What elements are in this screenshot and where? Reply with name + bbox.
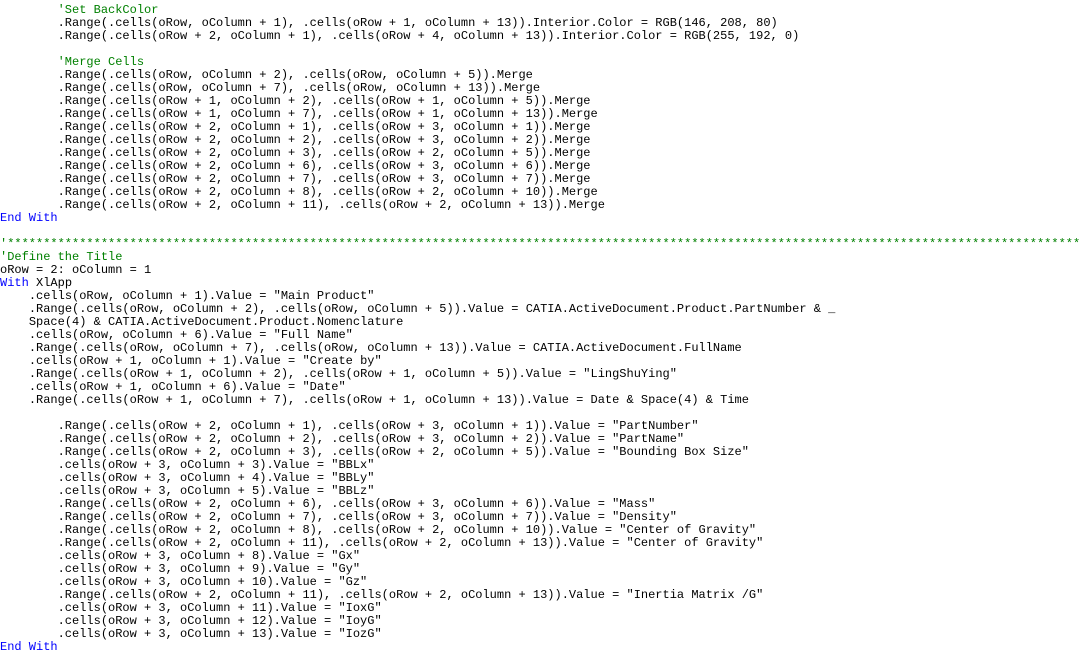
code-line: .cells(oRow + 3, oColumn + 9).Value = "G…	[0, 562, 360, 576]
code-line: 'Set BackColor	[0, 3, 158, 17]
code-line: .Range(.cells(oRow + 2, oColumn + 1), .c…	[0, 120, 591, 134]
code-line: .Range(.cells(oRow + 2, oColumn + 3), .c…	[0, 445, 749, 459]
code-line: .Range(.cells(oRow + 2, oColumn + 8), .c…	[0, 185, 598, 199]
code-line: .Range(.cells(oRow + 2, oColumn + 6), .c…	[0, 159, 591, 173]
code-line: .Range(.cells(oRow + 2, oColumn + 11), .…	[0, 536, 763, 550]
code-line: .Range(.cells(oRow, oColumn + 7), .cells…	[0, 341, 742, 355]
code-line: .cells(oRow + 3, oColumn + 4).Value = "B…	[0, 471, 374, 485]
code-keyword: End With	[0, 640, 58, 654]
code-line: .Range(.cells(oRow + 2, oColumn + 2), .c…	[0, 432, 684, 446]
code-line: End With	[0, 211, 58, 225]
code-line: .Range(.cells(oRow + 2, oColumn + 2), .c…	[0, 133, 591, 147]
code-comment: '***************************************…	[0, 237, 1080, 251]
code-line: '***************************************…	[0, 237, 1080, 251]
code-line: .cells(oRow + 1, oColumn + 1).Value = "C…	[0, 354, 382, 368]
code-line: .cells(oRow + 3, oColumn + 5).Value = "B…	[0, 484, 374, 498]
code-line: .Range(.cells(oRow, oColumn + 2), .cells…	[0, 68, 533, 82]
code-line: End With	[0, 640, 58, 654]
code-line: .Range(.cells(oRow + 2, oColumn + 7), .c…	[0, 510, 677, 524]
code-line: .Range(.cells(oRow + 2, oColumn + 3), .c…	[0, 146, 591, 160]
code-line: .Range(.cells(oRow + 2, oColumn + 1), .c…	[0, 419, 699, 433]
code-line: Space(4) & CATIA.ActiveDocument.Product.…	[0, 315, 403, 329]
code-line: oRow = 2: oColumn = 1	[0, 263, 151, 277]
code-line: .cells(oRow + 3, oColumn + 11).Value = "…	[0, 601, 382, 615]
vba-code-block: 'Set BackColor .Range(.cells(oRow, oColu…	[0, 0, 1080, 654]
code-line: .cells(oRow, oColumn + 6).Value = "Full …	[0, 328, 353, 342]
code-line: .cells(oRow + 3, oColumn + 10).Value = "…	[0, 575, 367, 589]
code-line: .Range(.cells(oRow, oColumn + 2), .cells…	[0, 302, 835, 316]
code-comment: 'Define the Title	[0, 250, 122, 264]
code-comment: 'Set BackColor	[58, 3, 159, 17]
code-line: 'Merge Cells	[0, 55, 144, 69]
code-line: .Range(.cells(oRow, oColumn + 1), .cells…	[0, 16, 778, 30]
code-line: .Range(.cells(oRow + 2, oColumn + 1), .c…	[0, 29, 799, 43]
code-line: 'Define the Title	[0, 250, 122, 264]
code-line: .Range(.cells(oRow, oColumn + 7), .cells…	[0, 81, 540, 95]
code-line: .Range(.cells(oRow + 1, oColumn + 7), .c…	[0, 393, 749, 407]
code-line: .cells(oRow + 1, oColumn + 6).Value = "D…	[0, 380, 346, 394]
code-line: .Range(.cells(oRow + 2, oColumn + 8), .c…	[0, 523, 756, 537]
code-line: .cells(oRow, oColumn + 1).Value = "Main …	[0, 289, 374, 303]
code-line: .cells(oRow + 3, oColumn + 3).Value = "B…	[0, 458, 374, 472]
code-line: .Range(.cells(oRow + 2, oColumn + 7), .c…	[0, 172, 591, 186]
code-line: .cells(oRow + 3, oColumn + 8).Value = "G…	[0, 549, 360, 563]
code-line: .Range(.cells(oRow + 1, oColumn + 2), .c…	[0, 367, 677, 381]
code-keyword: With	[0, 276, 29, 290]
code-line: .Range(.cells(oRow + 2, oColumn + 11), .…	[0, 588, 763, 602]
code-comment: 'Merge Cells	[58, 55, 144, 69]
code-keyword: End With	[0, 211, 58, 225]
code-line: .Range(.cells(oRow + 2, oColumn + 6), .c…	[0, 497, 655, 511]
code-line: .Range(.cells(oRow + 1, oColumn + 2), .c…	[0, 94, 591, 108]
code-line: .Range(.cells(oRow + 2, oColumn + 11), .…	[0, 198, 605, 212]
code-line: .Range(.cells(oRow + 1, oColumn + 7), .c…	[0, 107, 598, 121]
code-line: .cells(oRow + 3, oColumn + 12).Value = "…	[0, 614, 382, 628]
code-line: With XlApp	[0, 276, 72, 290]
